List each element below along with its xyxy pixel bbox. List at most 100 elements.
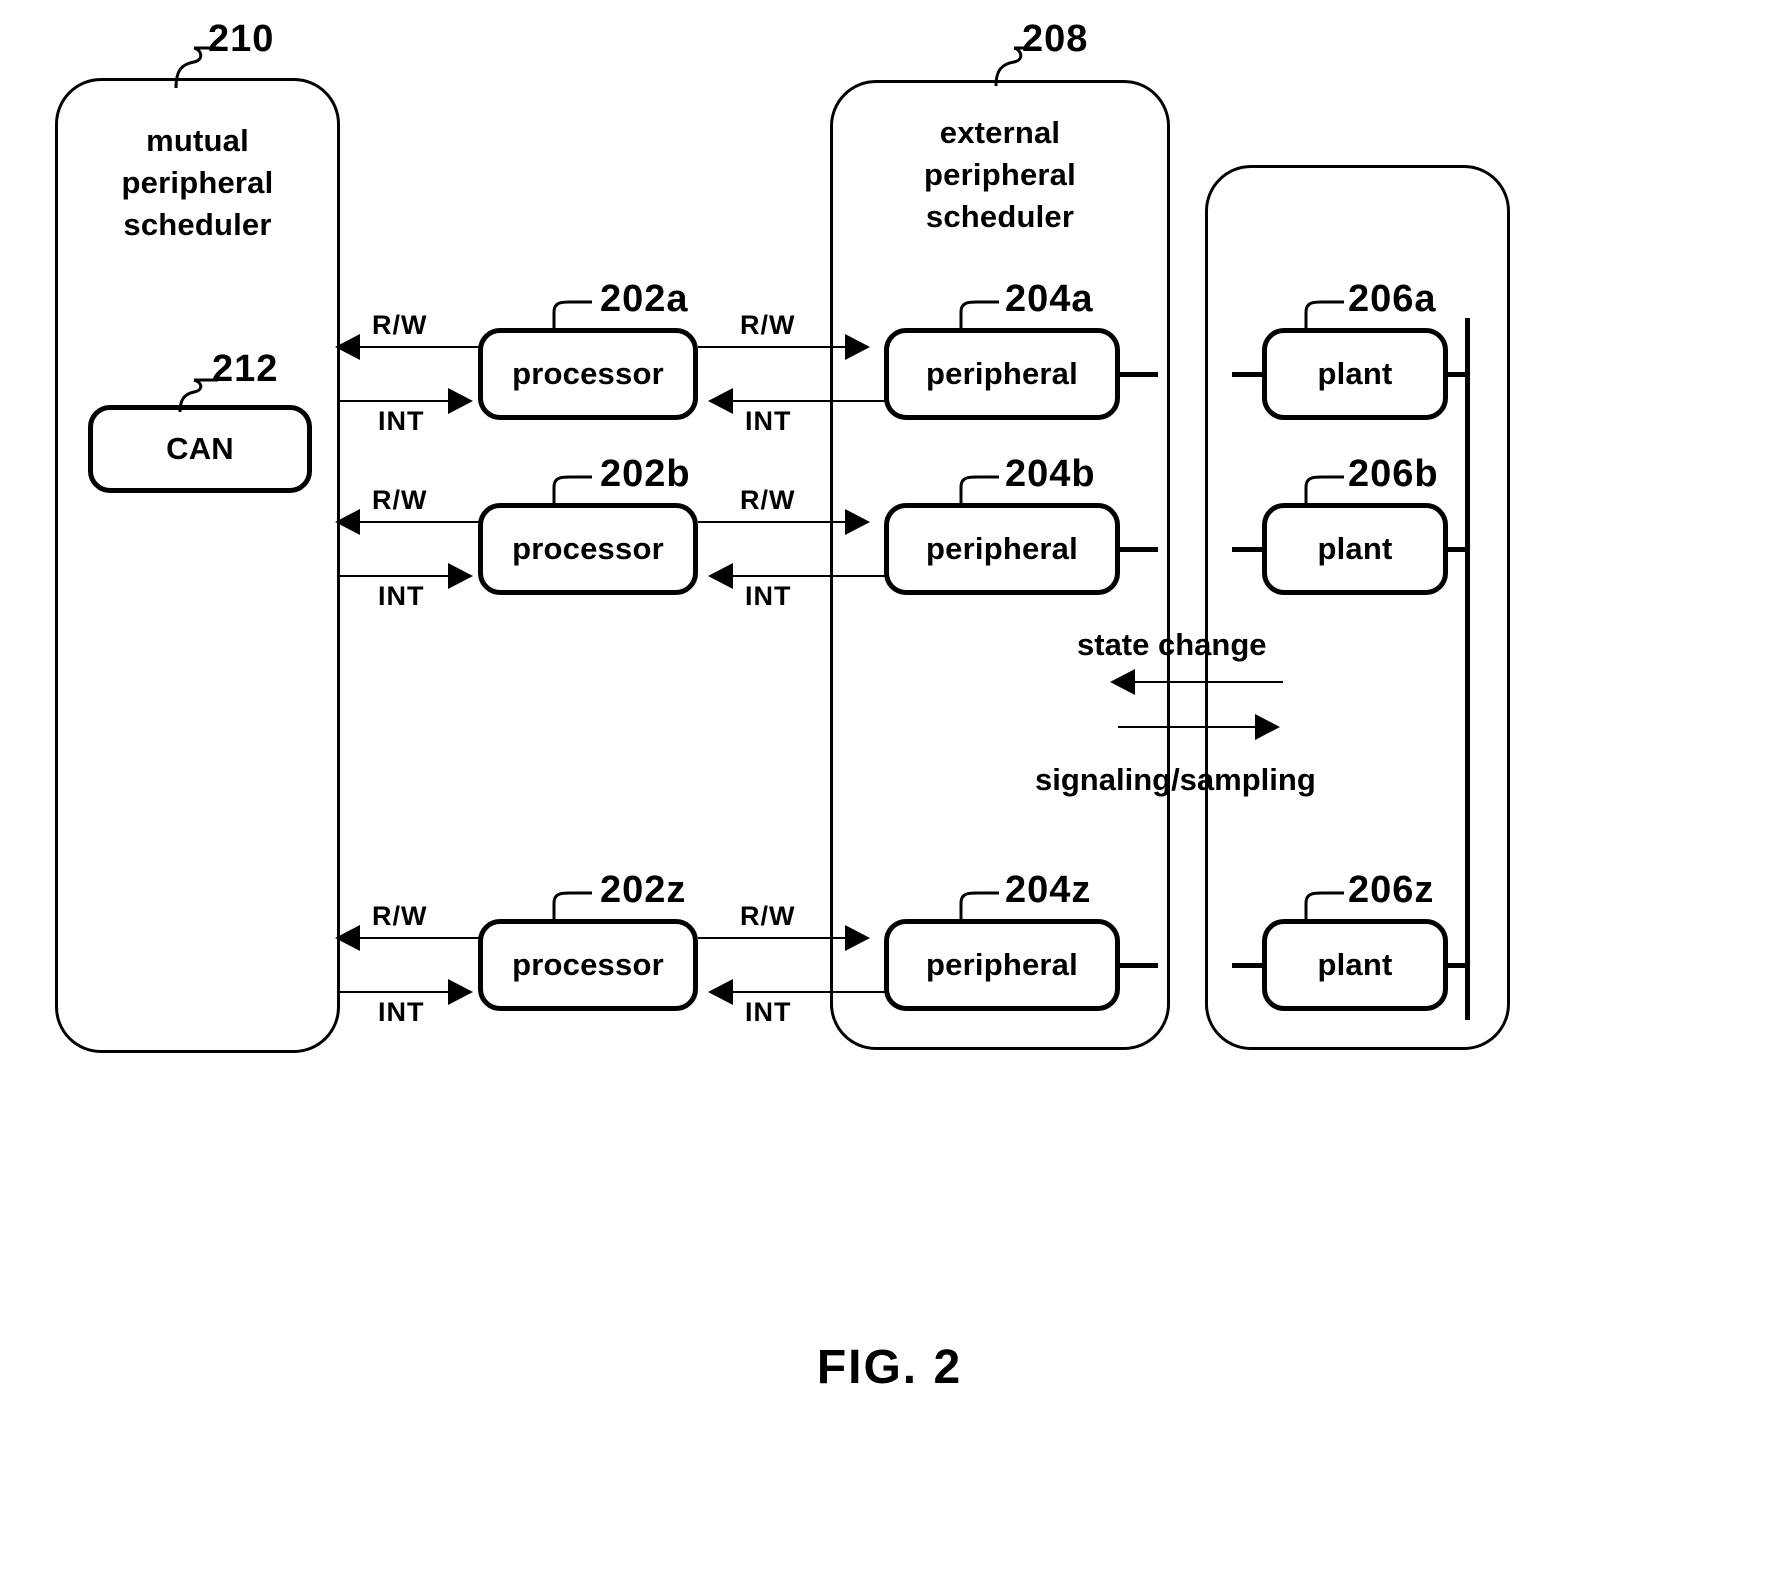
figure-canvas: mutual peripheral scheduler 210 CAN 212 …	[0, 0, 1779, 1595]
ref-202b: 202b	[600, 453, 691, 495]
peripheral-label: peripheral	[926, 531, 1078, 566]
int-label-right-a: INT	[745, 406, 792, 436]
peripheral-stub-a	[1120, 372, 1158, 377]
rw-arrowhead-right-b	[845, 509, 870, 535]
leader-hook-202a	[552, 300, 592, 332]
block-plant-206a: plant	[1262, 328, 1448, 420]
rw-line-left-z	[352, 937, 480, 939]
title-line: mutual	[146, 123, 249, 158]
int-arrowhead-left-z	[448, 979, 473, 1005]
ref-202z: 202z	[600, 869, 687, 911]
plant-label: plant	[1317, 531, 1393, 566]
leader-hook-204b	[959, 475, 999, 507]
int-label-right-b: INT	[745, 581, 792, 611]
legend-signaling-sampling: signaling/sampling	[1035, 762, 1316, 797]
legend-state-change-line	[1128, 681, 1283, 683]
rw-arrowhead-left-a	[335, 334, 360, 360]
rw-label-right-a: R/W	[740, 310, 796, 340]
leader-hook-206a	[1304, 300, 1344, 332]
block-peripheral-204z: peripheral	[884, 919, 1120, 1011]
title-line: peripheral	[924, 157, 1076, 193]
block-plant-206b: plant	[1262, 503, 1448, 595]
plant-stub-left-z	[1232, 963, 1266, 968]
processor-label: processor	[512, 947, 664, 982]
ref-210: 210	[208, 18, 275, 60]
rw-line-right-a	[698, 346, 858, 348]
plant-stub-left-b	[1232, 547, 1266, 552]
legend-signaling-arrowhead	[1255, 714, 1280, 740]
peripheral-stub-b	[1120, 547, 1158, 552]
rw-arrowhead-right-z	[845, 925, 870, 951]
title-line: peripheral	[121, 165, 274, 201]
plant-stub-right-a	[1444, 372, 1470, 377]
rw-line-right-b	[698, 521, 858, 523]
rw-label-left-z: R/W	[372, 901, 428, 931]
plant-bus-bar	[1465, 318, 1470, 1020]
plant-stub-left-a	[1232, 372, 1266, 377]
int-line-right-z	[730, 991, 885, 993]
ref-204b: 204b	[1005, 453, 1096, 495]
legend-state-change: state change	[1077, 627, 1267, 662]
leader-hook-204a	[959, 300, 999, 332]
plant-label: plant	[1317, 356, 1393, 391]
int-arrowhead-right-z	[708, 979, 733, 1005]
rw-arrowhead-left-z	[335, 925, 360, 951]
ref-202a: 202a	[600, 278, 689, 320]
int-label-left-a: INT	[378, 406, 425, 436]
block-processor-202b: processor	[478, 503, 698, 595]
leader-hook-206b	[1304, 475, 1344, 507]
leader-hook-202b	[552, 475, 592, 507]
ref-204a: 204a	[1005, 278, 1094, 320]
rw-line-left-b	[352, 521, 480, 523]
rw-label-left-b: R/W	[372, 485, 428, 515]
int-arrowhead-right-b	[708, 563, 733, 589]
title-line: scheduler	[925, 199, 1075, 235]
ref-212: 212	[212, 348, 279, 390]
ref-206b: 206b	[1348, 453, 1439, 495]
rw-label-right-z: R/W	[740, 901, 796, 931]
block-peripheral-204b: peripheral	[884, 503, 1120, 595]
block-peripheral-204a: peripheral	[884, 328, 1120, 420]
legend-signaling-line	[1118, 726, 1270, 728]
legend-state-change-arrowhead	[1110, 669, 1135, 695]
title-line: external	[939, 115, 1061, 150]
ref-204z: 204z	[1005, 869, 1092, 911]
int-arrowhead-left-b	[448, 563, 473, 589]
int-line-right-b	[730, 575, 885, 577]
processor-label: processor	[512, 356, 664, 391]
can-label: CAN	[166, 431, 234, 466]
int-line-right-a	[730, 400, 885, 402]
group-title-mutual-peripheral-scheduler: mutual peripheral scheduler	[55, 120, 340, 246]
rw-label-right-b: R/W	[740, 485, 796, 515]
rw-line-right-z	[698, 937, 858, 939]
leader-hook-206z	[1304, 891, 1344, 923]
group-title-external-peripheral-scheduler: external peripheral scheduler	[830, 112, 1170, 238]
peripheral-stub-z	[1120, 963, 1158, 968]
ref-206z: 206z	[1348, 869, 1435, 911]
block-processor-202z: processor	[478, 919, 698, 1011]
int-label-right-z: INT	[745, 997, 792, 1027]
plant-stub-right-b	[1444, 547, 1470, 552]
rw-arrowhead-right-a	[845, 334, 870, 360]
peripheral-label: peripheral	[926, 947, 1078, 982]
int-label-left-b: INT	[378, 581, 425, 611]
block-plant-206z: plant	[1262, 919, 1448, 1011]
int-arrowhead-left-a	[448, 388, 473, 414]
int-arrowhead-right-a	[708, 388, 733, 414]
rw-arrowhead-left-b	[335, 509, 360, 535]
block-processor-202a: processor	[478, 328, 698, 420]
leader-hook-202z	[552, 891, 592, 923]
plant-stub-right-z	[1444, 963, 1470, 968]
rw-label-left-a: R/W	[372, 310, 428, 340]
ref-206a: 206a	[1348, 278, 1437, 320]
processor-label: processor	[512, 531, 664, 566]
figure-caption: FIG. 2	[816, 1341, 963, 1394]
peripheral-label: peripheral	[926, 356, 1078, 391]
int-label-left-z: INT	[378, 997, 425, 1027]
block-can: CAN	[88, 405, 312, 493]
leader-hook-204z	[959, 891, 999, 923]
rw-line-left-a	[352, 346, 480, 348]
plant-label: plant	[1317, 947, 1393, 982]
title-line: scheduler	[123, 207, 272, 243]
ref-208: 208	[1022, 18, 1089, 60]
